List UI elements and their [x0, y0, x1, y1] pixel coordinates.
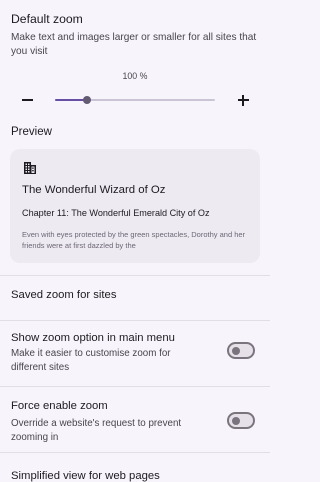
zoom-value-label: 100 % — [122, 71, 148, 81]
simplified-view-title: Simplified view for web pages — [11, 470, 160, 482]
zoom-slider-thumb[interactable] — [83, 96, 91, 104]
preview-chapter: Chapter 11: The Wonderful Emerald City o… — [22, 208, 210, 218]
zoom-increase-button[interactable] — [232, 90, 254, 110]
default-zoom-title: Default zoom — [11, 12, 83, 26]
zoom-slider[interactable] — [55, 93, 215, 107]
show-zoom-option-title: Show zoom option in main menu — [11, 332, 175, 344]
force-enable-zoom-description: Override a website's request to prevent … — [11, 418, 182, 443]
preview-body-text: Even with eyes protected by the green sp… — [22, 230, 246, 250]
saved-zoom-title: Saved zoom for sites — [11, 289, 117, 301]
toggle-knob — [232, 346, 240, 355]
building-icon — [24, 162, 36, 174]
force-enable-zoom-title: Force enable zoom — [11, 400, 108, 412]
show-zoom-option-toggle[interactable] — [227, 342, 255, 359]
show-zoom-option-description: Make it easier to customise zoom for dif… — [11, 348, 171, 373]
force-enable-zoom-toggle[interactable] — [227, 412, 255, 429]
default-zoom-description: Make text and images larger or smaller f… — [11, 32, 257, 57]
preview-title: The Wonderful Wizard of Oz — [22, 184, 166, 196]
preview-label: Preview — [11, 126, 52, 138]
minus-icon — [21, 99, 33, 101]
toggle-knob — [232, 416, 240, 425]
zoom-decrease-button[interactable] — [16, 90, 38, 110]
plus-icon-vertical — [242, 94, 244, 106]
